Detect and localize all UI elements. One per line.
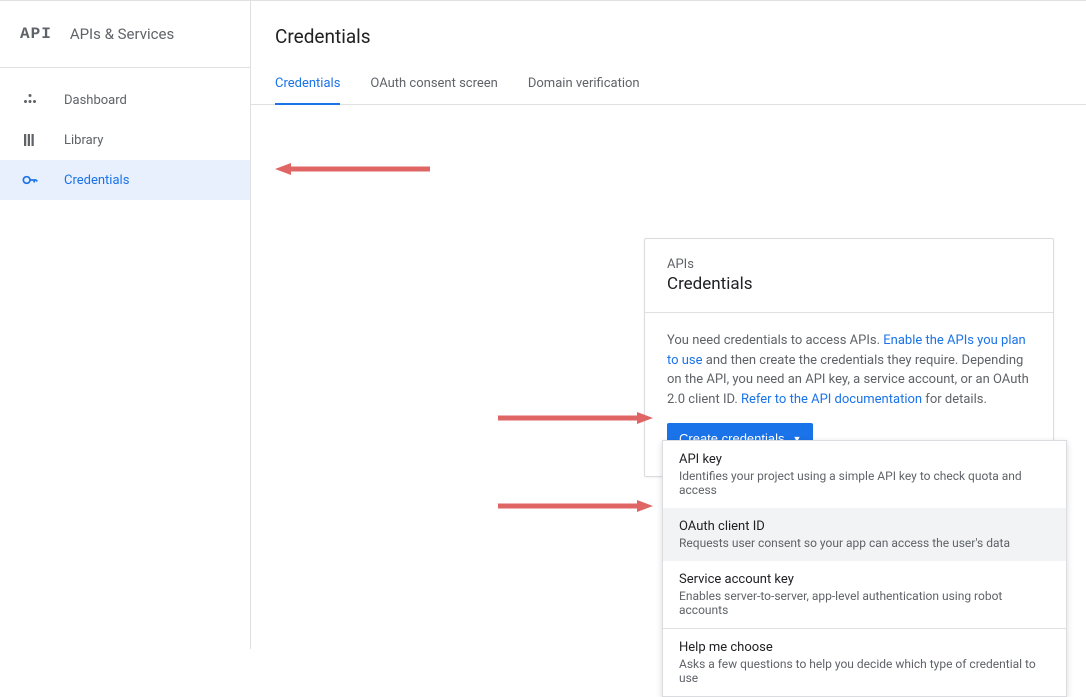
sidebar-item-library[interactable]: Library [0,120,250,160]
key-icon [20,170,40,190]
option-desc: Identifies your project using a simple A… [679,469,1050,497]
card-title: Credentials [667,274,1031,294]
sidebar-nav: Dashboard Library Credentials [0,68,250,212]
dropdown-option-oauth-client-id[interactable]: OAuth client ID Requests user consent so… [663,508,1066,561]
sidebar: API APIs & Services Dashboard Library [0,1,251,649]
tab-domain-verification[interactable]: Domain verification [528,66,640,105]
sidebar-item-label: Dashboard [64,93,127,108]
option-desc: Asks a few questions to help you decide … [679,657,1050,685]
card-text: You need credentials to access APIs. [667,333,883,348]
link-api-docs[interactable]: Refer to the API documentation [741,392,922,407]
dashboard-icon [20,90,40,110]
option-desc: Requests user consent so your app can ac… [679,536,1050,550]
api-logo: API [20,25,52,43]
annotation-arrow [498,498,653,508]
tab-credentials[interactable]: Credentials [275,66,340,105]
tab-oauth-consent[interactable]: OAuth consent screen [370,66,497,105]
sidebar-item-credentials[interactable]: Credentials [0,160,250,200]
sidebar-title: APIs & Services [70,25,174,43]
option-title: API key [679,452,1050,467]
library-icon [20,130,40,150]
sidebar-item-dashboard[interactable]: Dashboard [0,80,250,120]
option-title: Service account key [679,572,1050,587]
dropdown-option-api-key[interactable]: API key Identifies your project using a … [663,441,1066,508]
annotation-arrow [498,410,653,420]
card-text: for details. [922,392,987,407]
page-header: Credentials [251,1,1086,66]
dropdown-option-help-me-choose[interactable]: Help me choose Asks a few questions to h… [663,629,1066,696]
page-title: Credentials [275,25,1062,48]
card-overline: APIs [667,257,1031,272]
option-title: Help me choose [679,640,1050,655]
option-title: OAuth client ID [679,519,1050,534]
card-header: APIs Credentials [645,239,1053,313]
option-desc: Enables server-to-server, app-level auth… [679,589,1050,617]
sidebar-item-label: Credentials [64,173,129,188]
tabs: Credentials OAuth consent screen Domain … [251,66,1086,105]
sidebar-header: API APIs & Services [0,1,250,68]
sidebar-item-label: Library [64,133,103,148]
create-credentials-dropdown: API key Identifies your project using a … [662,440,1067,697]
annotation-arrow [275,161,430,171]
dropdown-option-service-account-key[interactable]: Service account key Enables server-to-se… [663,561,1066,628]
